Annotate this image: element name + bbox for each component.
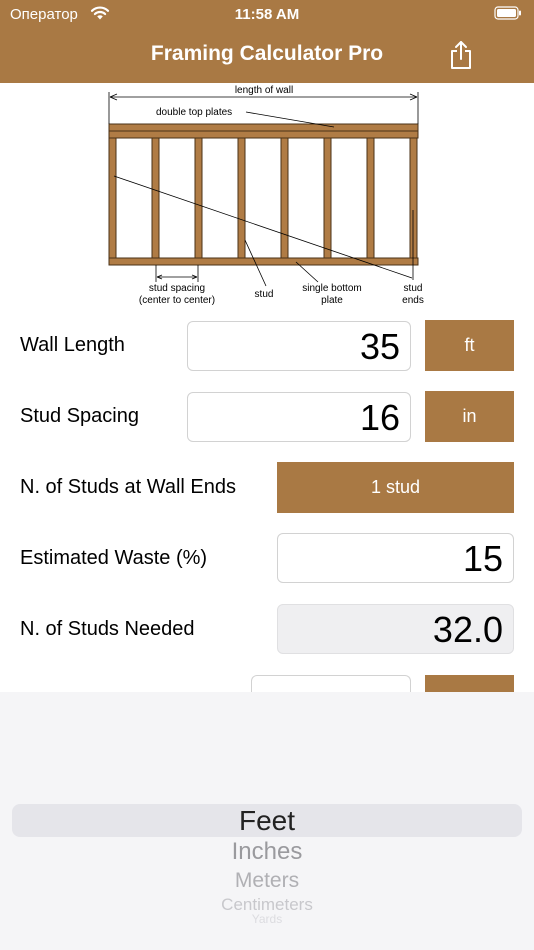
unit-picker[interactable]: Feet Inches Meters Centimeters Yards xyxy=(0,692,534,950)
stud-spacing-unit-button[interactable]: in xyxy=(425,391,514,442)
navigation-bar: Оператор 11:58 AM Framing Calculator Pro xyxy=(0,0,534,83)
label-center-to-center: (center to center) xyxy=(139,295,215,306)
studs-at-ends-label: N. of Studs at Wall Ends xyxy=(20,476,237,498)
label-single-bottom: single bottom xyxy=(302,283,361,294)
share-icon[interactable] xyxy=(448,40,474,70)
status-time: 11:58 AM xyxy=(234,6,300,23)
wall-length-input[interactable]: 35 xyxy=(187,321,411,371)
waste-label: Estimated Waste (%) xyxy=(20,547,208,569)
waste-input[interactable]: 15 xyxy=(277,533,514,583)
picker-option-inches[interactable]: Inches xyxy=(0,838,534,866)
battery-icon xyxy=(494,6,521,20)
wall-length-unit-button[interactable]: ft xyxy=(425,320,514,371)
label-stud-spacing: stud spacing xyxy=(149,283,205,294)
label-stud-ends-1: stud xyxy=(404,283,423,294)
picker-option-yards[interactable]: Yards xyxy=(0,913,534,926)
partial-unit-button[interactable] xyxy=(425,675,514,692)
studs-at-ends-button[interactable]: 1 stud xyxy=(277,462,514,513)
label-length-of-wall: length of wall xyxy=(235,85,293,96)
label-plate: plate xyxy=(321,295,343,306)
label-double-top-plates: double top plates xyxy=(156,107,232,118)
wall-length-label: Wall Length xyxy=(20,334,125,356)
studs-needed-label: N. of Studs Needed xyxy=(20,618,195,640)
picker-option-meters[interactable]: Meters xyxy=(0,869,534,893)
stud-spacing-input[interactable]: 16 xyxy=(187,392,411,442)
studs-needed-output: 32.0 xyxy=(277,604,514,654)
partial-input-field[interactable] xyxy=(251,675,411,692)
wall-frame xyxy=(108,123,419,266)
label-stud: stud xyxy=(255,289,274,300)
stud-spacing-label: Stud Spacing xyxy=(20,405,139,427)
wall-framing-diagram: length of wall double top plates stud sp… xyxy=(108,85,424,306)
picker-option-feet[interactable]: Feet xyxy=(0,804,534,837)
label-stud-ends-2: ends xyxy=(402,295,424,306)
